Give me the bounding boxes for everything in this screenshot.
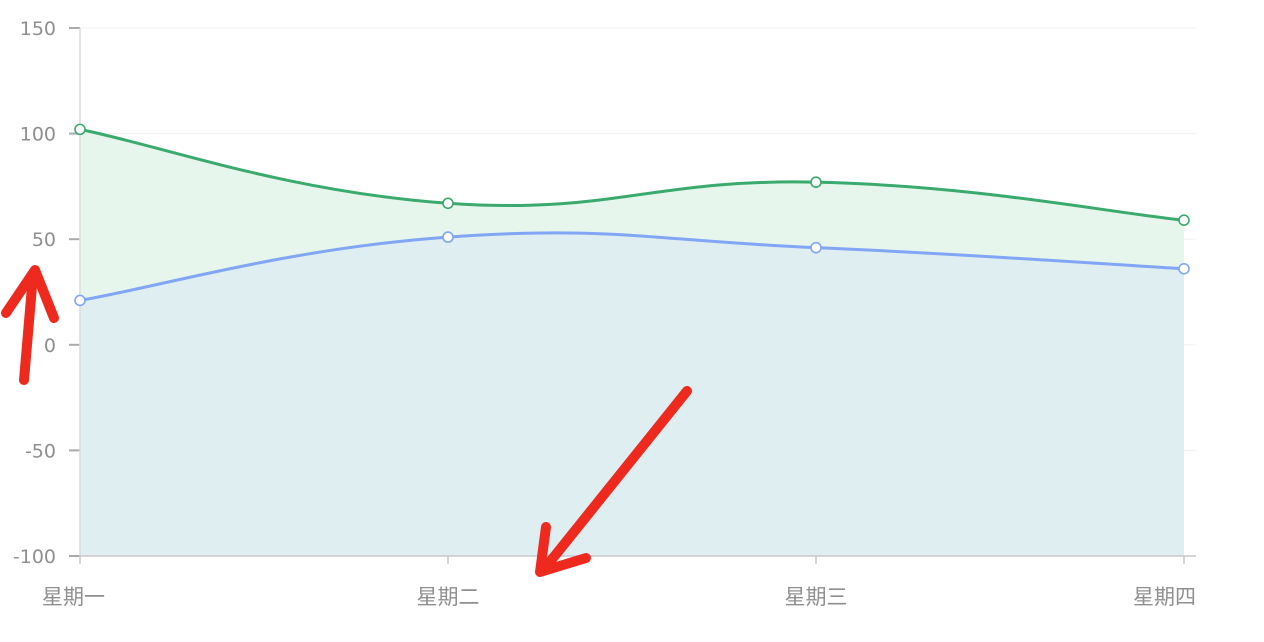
y-tick-label: 100: [20, 124, 56, 146]
x-tick-label: 星期四: [1133, 585, 1196, 609]
y-tick-label: 0: [44, 335, 56, 357]
x-tick-label: 星期二: [417, 585, 480, 609]
series-2-point: [74, 294, 86, 307]
y-tick-label: -100: [13, 546, 56, 568]
y-tick-label: 150: [20, 18, 56, 40]
series-2-point: [442, 231, 454, 243]
x-tick-label: 星期一: [42, 585, 105, 609]
series-1-point: [1178, 214, 1190, 226]
series-1-point: [442, 197, 454, 210]
area-chart: 150 100 50 0 -50 -100 星期一 星期二 星期三 星期四: [1, 18, 1196, 609]
chart-container: 150 100 50 0 -50 -100 星期一 星期二 星期三 星期四: [0, 0, 1264, 642]
y-tick-label: 50: [32, 229, 56, 251]
y-tick-label: -50: [25, 440, 56, 462]
series-2-point: [1178, 262, 1190, 275]
series-1-point: [74, 123, 86, 136]
area-layer: [80, 129, 1184, 557]
x-tick-label: 星期三: [785, 585, 848, 609]
series-2-point: [810, 241, 822, 254]
series-2-area: [80, 232, 1184, 557]
series-1-point: [810, 176, 822, 188]
